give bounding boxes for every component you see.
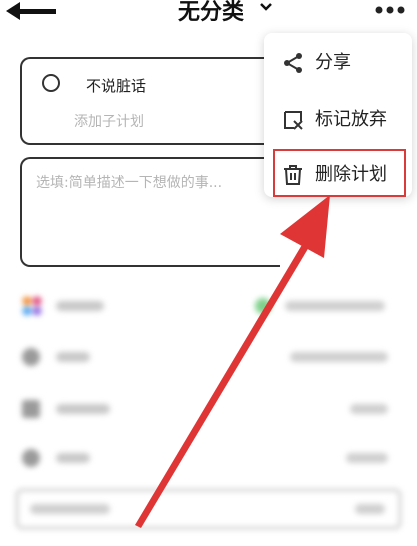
- annotation-arrow: [135, 195, 330, 528]
- category-icon: [22, 296, 42, 316]
- menu-item-label: 分享: [315, 52, 351, 73]
- menu-item-mark-abandon[interactable]: 标记放弃: [264, 94, 412, 142]
- mark-abandon-icon: [284, 111, 303, 130]
- share-icon: [284, 53, 302, 73]
- menu-item-label: 标记放弃: [315, 109, 387, 130]
- menu-item-share[interactable]: 分享: [264, 37, 412, 85]
